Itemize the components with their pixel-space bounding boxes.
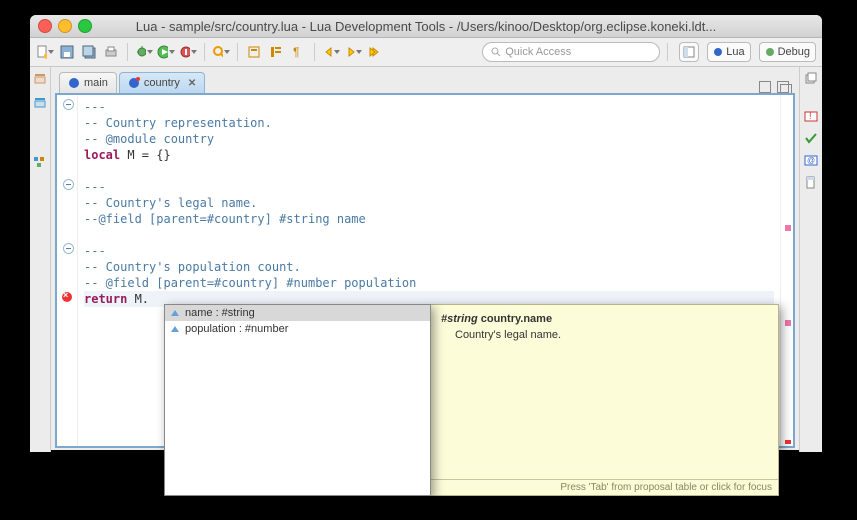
- traffic-lights: [38, 19, 92, 33]
- titlebar: Lua - sample/src/country.lua - Lua Devel…: [30, 15, 822, 38]
- toggle-block-icon[interactable]: [267, 43, 285, 61]
- doc-type: #string: [441, 313, 478, 325]
- code-line: -- Country's population count.: [84, 260, 301, 274]
- zoom-window-button[interactable]: [78, 19, 92, 33]
- code-line: ---: [84, 100, 106, 114]
- lua-file-icon: [128, 77, 140, 89]
- nav-forward-icon[interactable]: [344, 43, 362, 61]
- svg-text:¶: ¶: [293, 45, 299, 59]
- print-icon[interactable]: [102, 43, 120, 61]
- perspective-debug-button[interactable]: Debug: [759, 42, 816, 62]
- autocomplete-label: name : #string: [185, 307, 255, 319]
- bookmarks-icon[interactable]: [804, 175, 818, 189]
- overview-mark-icon[interactable]: [785, 225, 791, 231]
- script-explorer-icon[interactable]: [33, 71, 47, 85]
- toggle-whitespace-icon[interactable]: ¶: [289, 43, 307, 61]
- overview-error-icon[interactable]: [785, 440, 791, 444]
- fold-toggle-icon[interactable]: [63, 99, 74, 110]
- code-line: -- @module country: [84, 132, 214, 146]
- save-all-icon[interactable]: [80, 43, 98, 61]
- external-tools-icon[interactable]: [179, 43, 197, 61]
- restore-icon[interactable]: [804, 71, 818, 85]
- tab-main-label: main: [84, 77, 108, 89]
- toggle-mark-icon[interactable]: [245, 43, 263, 61]
- debug-icon[interactable]: [135, 43, 153, 61]
- nav-back-icon[interactable]: [322, 43, 340, 61]
- code-line: -- @field [parent=#country] #number popu…: [84, 276, 416, 290]
- autocomplete-item[interactable]: name : #string: [165, 305, 430, 321]
- maximize-editor-icon[interactable]: [777, 81, 789, 93]
- left-trim: [30, 67, 51, 452]
- code-line: --@field [parent=#country] #string name: [84, 212, 366, 226]
- doc-name: country.name: [481, 313, 552, 325]
- search-icon[interactable]: [212, 43, 230, 61]
- save-icon[interactable]: [58, 43, 76, 61]
- autocomplete-item[interactable]: population : #number: [165, 321, 430, 337]
- navigator-icon[interactable]: [33, 95, 47, 109]
- overview-ruler[interactable]: [780, 95, 793, 446]
- doc-title: #string country.name: [441, 313, 768, 325]
- quick-access-input[interactable]: Quick Access: [482, 42, 660, 62]
- tasks-icon[interactable]: [804, 131, 818, 145]
- fold-toggle-icon[interactable]: [63, 243, 74, 254]
- code-text: M = {}: [120, 148, 171, 162]
- perspective-lua-button[interactable]: Lua: [707, 42, 750, 62]
- doc-popup[interactable]: #string country.name Country's legal nam…: [430, 304, 779, 496]
- minimize-window-button[interactable]: [58, 19, 72, 33]
- fold-gutter: [57, 95, 78, 446]
- fold-toggle-icon[interactable]: [63, 179, 74, 190]
- problems-icon[interactable]: !: [804, 109, 818, 123]
- svg-text:@: @: [807, 156, 815, 165]
- code-line: ---: [84, 180, 106, 194]
- console-icon[interactable]: @: [804, 153, 818, 167]
- perspective-lua-label: Lua: [726, 46, 744, 58]
- doc-description: Country's legal name.: [441, 329, 768, 341]
- code-line: -- Country's legal name.: [84, 196, 257, 210]
- doc-footer: Press 'Tab' from proposal table or click…: [431, 479, 778, 495]
- code-line: -- Country representation.: [84, 116, 272, 130]
- perspective-debug-label: Debug: [778, 46, 810, 58]
- close-window-button[interactable]: [38, 19, 52, 33]
- code-keyword: return: [84, 292, 127, 306]
- tab-country[interactable]: country ✕: [119, 72, 205, 93]
- outline-icon[interactable]: [33, 155, 47, 169]
- overview-mark-icon[interactable]: [785, 320, 791, 326]
- field-icon: [171, 310, 179, 316]
- code-keyword: local: [84, 148, 120, 162]
- autocomplete-popup[interactable]: name : #string population : #number: [164, 304, 431, 496]
- autocomplete-label: population : #number: [185, 323, 288, 335]
- code-text: M.: [127, 292, 149, 306]
- run-icon[interactable]: [157, 43, 175, 61]
- tab-main[interactable]: main: [59, 72, 117, 93]
- code-line: ---: [84, 244, 106, 258]
- main-toolbar: ¶ Quick Access Lua Debug: [30, 38, 822, 67]
- quick-access-placeholder: Quick Access: [505, 46, 571, 58]
- close-tab-icon[interactable]: ✕: [188, 78, 196, 89]
- new-icon[interactable]: [36, 43, 54, 61]
- field-icon: [171, 326, 179, 332]
- nav-last-icon[interactable]: [366, 43, 384, 61]
- window-title: Lua - sample/src/country.lua - Lua Devel…: [30, 19, 822, 34]
- right-trim: ! @: [799, 67, 822, 452]
- lua-file-icon: [68, 77, 80, 89]
- open-perspective-button[interactable]: [679, 42, 699, 62]
- error-marker-icon[interactable]: [62, 292, 72, 302]
- tab-country-label: country: [144, 77, 180, 89]
- doc-body: #string country.name Country's legal nam…: [431, 305, 778, 479]
- editor-tabbar: main country ✕: [55, 71, 795, 93]
- minimize-editor-icon[interactable]: [759, 81, 771, 93]
- svg-text:!: !: [809, 111, 812, 121]
